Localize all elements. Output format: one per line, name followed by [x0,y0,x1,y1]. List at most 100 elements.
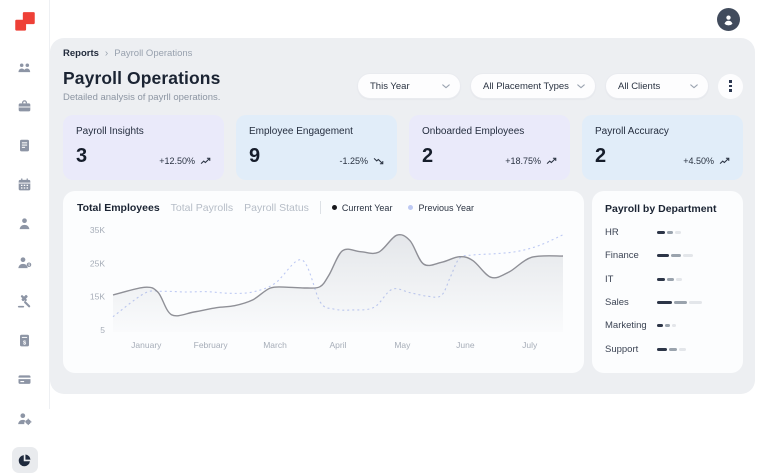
y-axis-tick: 25K [90,258,105,268]
svg-text:$: $ [28,262,30,266]
bar-segment [657,324,663,327]
sidebar-item-invoices[interactable]: $ [12,327,38,353]
pie-chart-icon [17,453,32,468]
department-row-support: Support [605,344,730,355]
topbar [50,0,755,38]
more-options-button[interactable] [718,74,743,99]
stat-card: Onboarded Employees2+18.75% [409,115,570,180]
stat-delta: -1.25% [339,156,384,166]
panels-row: Total Employees Total Payrolls Payroll Sta… [63,191,743,373]
user-icon [721,12,736,27]
users-group-icon [17,60,32,75]
department-row-it: IT [605,274,730,285]
bar-segment [657,254,669,257]
sidebar-nav: $$ [12,54,38,473]
filter-dropdown-year[interactable]: This Year [357,73,461,99]
chart-header: Total Employees Total Payrolls Payroll Sta… [77,201,572,214]
user-avatar[interactable] [717,8,740,31]
chart-tab-total-payrolls[interactable]: Total Payrolls [171,202,233,214]
department-bar [657,254,693,257]
trend-up-icon [719,157,730,165]
filter-dropdown-clients[interactable]: All Clients [605,73,709,99]
department-bar [657,348,686,351]
sidebar-item-jobs[interactable] [12,93,38,119]
chart-tab-total-employees[interactable]: Total Employees [77,202,160,214]
trend-up-icon [546,157,557,165]
department-row-hr: HR [605,227,730,238]
department-label: IT [605,274,657,285]
x-axis-tick: March [263,340,287,350]
breadcrumb-item[interactable]: Reports [63,48,99,59]
calendar-icon [17,177,32,192]
title-block: Reports›Payroll Operations Payroll Opera… [63,48,220,103]
stat-value: 3 [76,146,87,166]
bar-segment [674,301,687,304]
content-header: Reports›Payroll Operations Payroll Opera… [63,48,743,103]
dropdown-value: This Year [370,81,410,92]
legend-dot-icon [408,205,413,210]
chevron-down-icon [442,81,450,92]
department-bar [657,301,702,304]
sidebar-item-candidates[interactable]: $ [12,249,38,275]
bar-segment [672,324,676,327]
department-bar [657,231,681,234]
department-bar [657,324,676,327]
stat-value: 2 [595,146,606,166]
app-logo-icon[interactable] [12,10,38,36]
x-axis-tick: June [456,340,475,350]
chevron-down-icon [690,81,698,92]
bar-segment [676,278,682,281]
department-label: Support [605,344,657,355]
legend-item-current-year[interactable]: Current Year [332,203,393,213]
legend-dot-icon [332,205,337,210]
stat-card: Employee Engagement9-1.25% [236,115,397,180]
department-panel-title: Payroll by Department [605,203,730,215]
stat-label: Onboarded Employees [422,126,557,137]
sidebar-item-calendar[interactable] [12,171,38,197]
legend-item-previous-year[interactable]: Previous Year [408,203,474,213]
chart-tab-payroll-status[interactable]: Payroll Status [244,202,309,214]
sidebar-item-employees[interactable] [12,210,38,236]
sidebar: $$ [0,0,50,409]
department-label: Finance [605,250,657,261]
user-badge-icon: $ [17,255,32,270]
sidebar-item-payments[interactable] [12,366,38,392]
bar-segment [657,348,667,351]
chart-card: Total Employees Total Payrolls Payroll Sta… [63,191,584,373]
filter-dropdown-placement-types[interactable]: All Placement Types [470,73,596,99]
user-gear-icon [17,411,32,426]
stat-label: Payroll Accuracy [595,126,730,137]
sidebar-item-documents[interactable] [12,132,38,158]
department-row-finance: Finance [605,250,730,261]
chart-legend: Current Year Previous Year [332,203,474,213]
filter-bar: This Year All Placement Types All Clients [357,73,743,103]
department-panel: Payroll by Department HRFinanceITSalesMa… [592,191,743,373]
app-window: $$ Reports›Payroll Operations Payroll Op… [0,0,768,409]
dropdown-value: All Clients [618,81,660,92]
bar-segment [657,278,665,281]
page-subtitle: Detailed analysis of payrll operations. [63,92,220,103]
bar-segment [679,348,686,351]
chevron-down-icon [577,81,585,92]
department-row-marketing: Marketing [605,320,730,331]
bar-segment [665,324,670,327]
briefcase-icon [17,99,32,114]
sidebar-item-reports[interactable] [12,447,38,473]
department-label: HR [605,227,657,238]
line-chart: 35K25K15K5JanuaryFebruaryMarchAprilMayJu… [77,218,571,358]
breadcrumb-item: Payroll Operations [114,48,192,59]
bar-segment [683,254,693,257]
sidebar-item-compliance[interactable] [12,288,38,314]
stat-label: Payroll Insights [76,126,211,137]
chart-tabs: Total Employees Total Payrolls Payroll Sta… [77,202,309,214]
breadcrumb: Reports›Payroll Operations [63,48,220,59]
gavel-icon [17,294,32,309]
bar-segment [657,231,665,234]
bar-segment [667,278,674,281]
stat-delta: +12.50% [159,156,211,166]
y-axis-tick: 15K [90,292,105,302]
sidebar-item-team[interactable] [12,54,38,80]
stat-cards: Payroll Insights 3 +12.50% Employee Engagem… [63,115,743,180]
x-axis-tick: April [329,340,346,350]
x-axis-tick: July [522,340,538,350]
